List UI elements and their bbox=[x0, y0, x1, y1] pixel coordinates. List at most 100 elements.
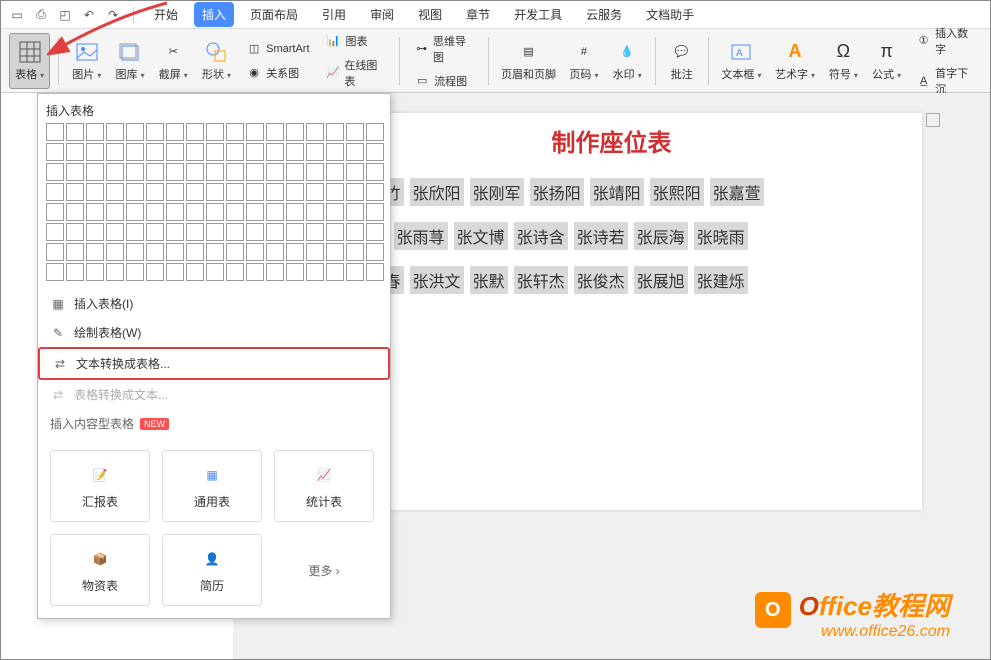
grid-cell[interactable] bbox=[86, 223, 104, 241]
grid-cell[interactable] bbox=[326, 203, 344, 221]
grid-cell[interactable] bbox=[126, 123, 144, 141]
grid-cell[interactable] bbox=[326, 143, 344, 161]
grid-cell[interactable] bbox=[286, 223, 304, 241]
grid-cell[interactable] bbox=[146, 223, 164, 241]
grid-cell[interactable] bbox=[166, 263, 184, 281]
grid-cell[interactable] bbox=[146, 123, 164, 141]
grid-cell[interactable] bbox=[166, 183, 184, 201]
grid-cell[interactable] bbox=[166, 203, 184, 221]
grid-cell[interactable] bbox=[266, 263, 284, 281]
menu-text-to-table[interactable]: ⇄ 文本转换成表格... bbox=[38, 347, 390, 380]
grid-cell[interactable] bbox=[66, 263, 84, 281]
grid-cell[interactable] bbox=[86, 183, 104, 201]
grid-cell[interactable] bbox=[206, 163, 224, 181]
grid-cell[interactable] bbox=[286, 243, 304, 261]
save-icon[interactable]: ▭ bbox=[9, 7, 25, 23]
grid-cell[interactable] bbox=[226, 203, 244, 221]
grid-cell[interactable] bbox=[306, 203, 324, 221]
tab-chapter[interactable]: 章节 bbox=[458, 2, 498, 27]
screenshot-button[interactable]: ✂ 截屏 ▾ bbox=[154, 33, 193, 89]
template-stats[interactable]: 📈 统计表 bbox=[274, 450, 374, 522]
watermark-button[interactable]: 💧 水印 ▾ bbox=[608, 33, 647, 89]
formula-button[interactable]: π 公式 ▾ bbox=[867, 33, 906, 89]
pagenumber-button[interactable]: # 页码 ▾ bbox=[564, 33, 603, 89]
grid-cell[interactable] bbox=[86, 203, 104, 221]
undo-icon[interactable]: ↶ bbox=[81, 7, 97, 23]
grid-cell[interactable] bbox=[66, 223, 84, 241]
grid-cell[interactable] bbox=[46, 263, 64, 281]
grid-cell[interactable] bbox=[146, 263, 164, 281]
grid-cell[interactable] bbox=[286, 163, 304, 181]
grid-cell[interactable] bbox=[46, 243, 64, 261]
grid-cell[interactable] bbox=[226, 263, 244, 281]
grid-cell[interactable] bbox=[246, 123, 264, 141]
relation-button[interactable]: ◉关系图 bbox=[244, 63, 311, 83]
grid-cell[interactable] bbox=[306, 183, 324, 201]
textbox-button[interactable]: A 文本框 ▾ bbox=[717, 33, 767, 89]
tab-devtools[interactable]: 开发工具 bbox=[506, 2, 570, 27]
grid-cell[interactable] bbox=[86, 243, 104, 261]
grid-cell[interactable] bbox=[326, 163, 344, 181]
tab-view[interactable]: 视图 bbox=[410, 2, 450, 27]
grid-cell[interactable] bbox=[46, 123, 64, 141]
grid-cell[interactable] bbox=[186, 183, 204, 201]
mindmap-button[interactable]: ⊶思维导图 bbox=[412, 31, 476, 67]
grid-cell[interactable] bbox=[306, 163, 324, 181]
redo-icon[interactable]: ↷ bbox=[105, 7, 121, 23]
grid-cell[interactable] bbox=[286, 143, 304, 161]
grid-cell[interactable] bbox=[366, 243, 384, 261]
grid-cell[interactable] bbox=[266, 243, 284, 261]
grid-cell[interactable] bbox=[326, 243, 344, 261]
grid-cell[interactable] bbox=[266, 163, 284, 181]
grid-cell[interactable] bbox=[186, 123, 204, 141]
tab-insert[interactable]: 插入 bbox=[194, 2, 234, 27]
flowchart-button[interactable]: ▭流程图 bbox=[412, 71, 476, 91]
tab-layout[interactable]: 页面布局 bbox=[242, 2, 306, 27]
page[interactable]: 制作座位表 尃 张欣竹 张欣阳 张刚军 张扬阳 张靖阳 张熙阳 张嘉萱 旦 张飞… bbox=[302, 113, 922, 510]
grid-cell[interactable] bbox=[106, 123, 124, 141]
headerfooter-button[interactable]: ▤ 页眉和页脚 bbox=[497, 33, 561, 89]
grid-cell[interactable] bbox=[206, 203, 224, 221]
grid-cell[interactable] bbox=[306, 143, 324, 161]
print-icon[interactable]: ⎙ bbox=[33, 7, 49, 23]
grid-cell[interactable] bbox=[126, 203, 144, 221]
grid-cell[interactable] bbox=[266, 223, 284, 241]
grid-cell[interactable] bbox=[346, 163, 364, 181]
chart-button[interactable]: 📊图表 bbox=[324, 31, 388, 51]
grid-cell[interactable] bbox=[126, 143, 144, 161]
shapes-button[interactable]: 形状 ▾ bbox=[197, 33, 236, 89]
grid-cell[interactable] bbox=[206, 183, 224, 201]
grid-cell[interactable] bbox=[366, 123, 384, 141]
grid-cells[interactable] bbox=[46, 123, 382, 281]
insertnumber-button[interactable]: ①插入数字 bbox=[914, 23, 978, 59]
grid-cell[interactable] bbox=[346, 123, 364, 141]
grid-cell[interactable] bbox=[346, 263, 364, 281]
grid-cell[interactable] bbox=[246, 163, 264, 181]
menu-draw-table[interactable]: ✎ 绘制表格(W) bbox=[38, 318, 390, 347]
grid-cell[interactable] bbox=[266, 183, 284, 201]
grid-cell[interactable] bbox=[106, 163, 124, 181]
grid-cell[interactable] bbox=[106, 243, 124, 261]
grid-cell[interactable] bbox=[106, 183, 124, 201]
template-more[interactable]: 更多 › bbox=[274, 534, 374, 606]
grid-cell[interactable] bbox=[86, 163, 104, 181]
grid-cell[interactable] bbox=[366, 143, 384, 161]
grid-cell[interactable] bbox=[246, 183, 264, 201]
grid-cell[interactable] bbox=[246, 203, 264, 221]
grid-cell[interactable] bbox=[126, 263, 144, 281]
grid-cell[interactable] bbox=[146, 243, 164, 261]
grid-cell[interactable] bbox=[246, 223, 264, 241]
grid-cell[interactable] bbox=[306, 123, 324, 141]
grid-cell[interactable] bbox=[106, 143, 124, 161]
grid-cell[interactable] bbox=[66, 163, 84, 181]
grid-cell[interactable] bbox=[66, 183, 84, 201]
grid-cell[interactable] bbox=[66, 243, 84, 261]
grid-cell[interactable] bbox=[306, 243, 324, 261]
grid-cell[interactable] bbox=[186, 203, 204, 221]
grid-cell[interactable] bbox=[86, 143, 104, 161]
grid-cell[interactable] bbox=[106, 263, 124, 281]
grid-cell[interactable] bbox=[346, 183, 364, 201]
grid-cell[interactable] bbox=[66, 203, 84, 221]
grid-cell[interactable] bbox=[106, 203, 124, 221]
grid-cell[interactable] bbox=[206, 123, 224, 141]
